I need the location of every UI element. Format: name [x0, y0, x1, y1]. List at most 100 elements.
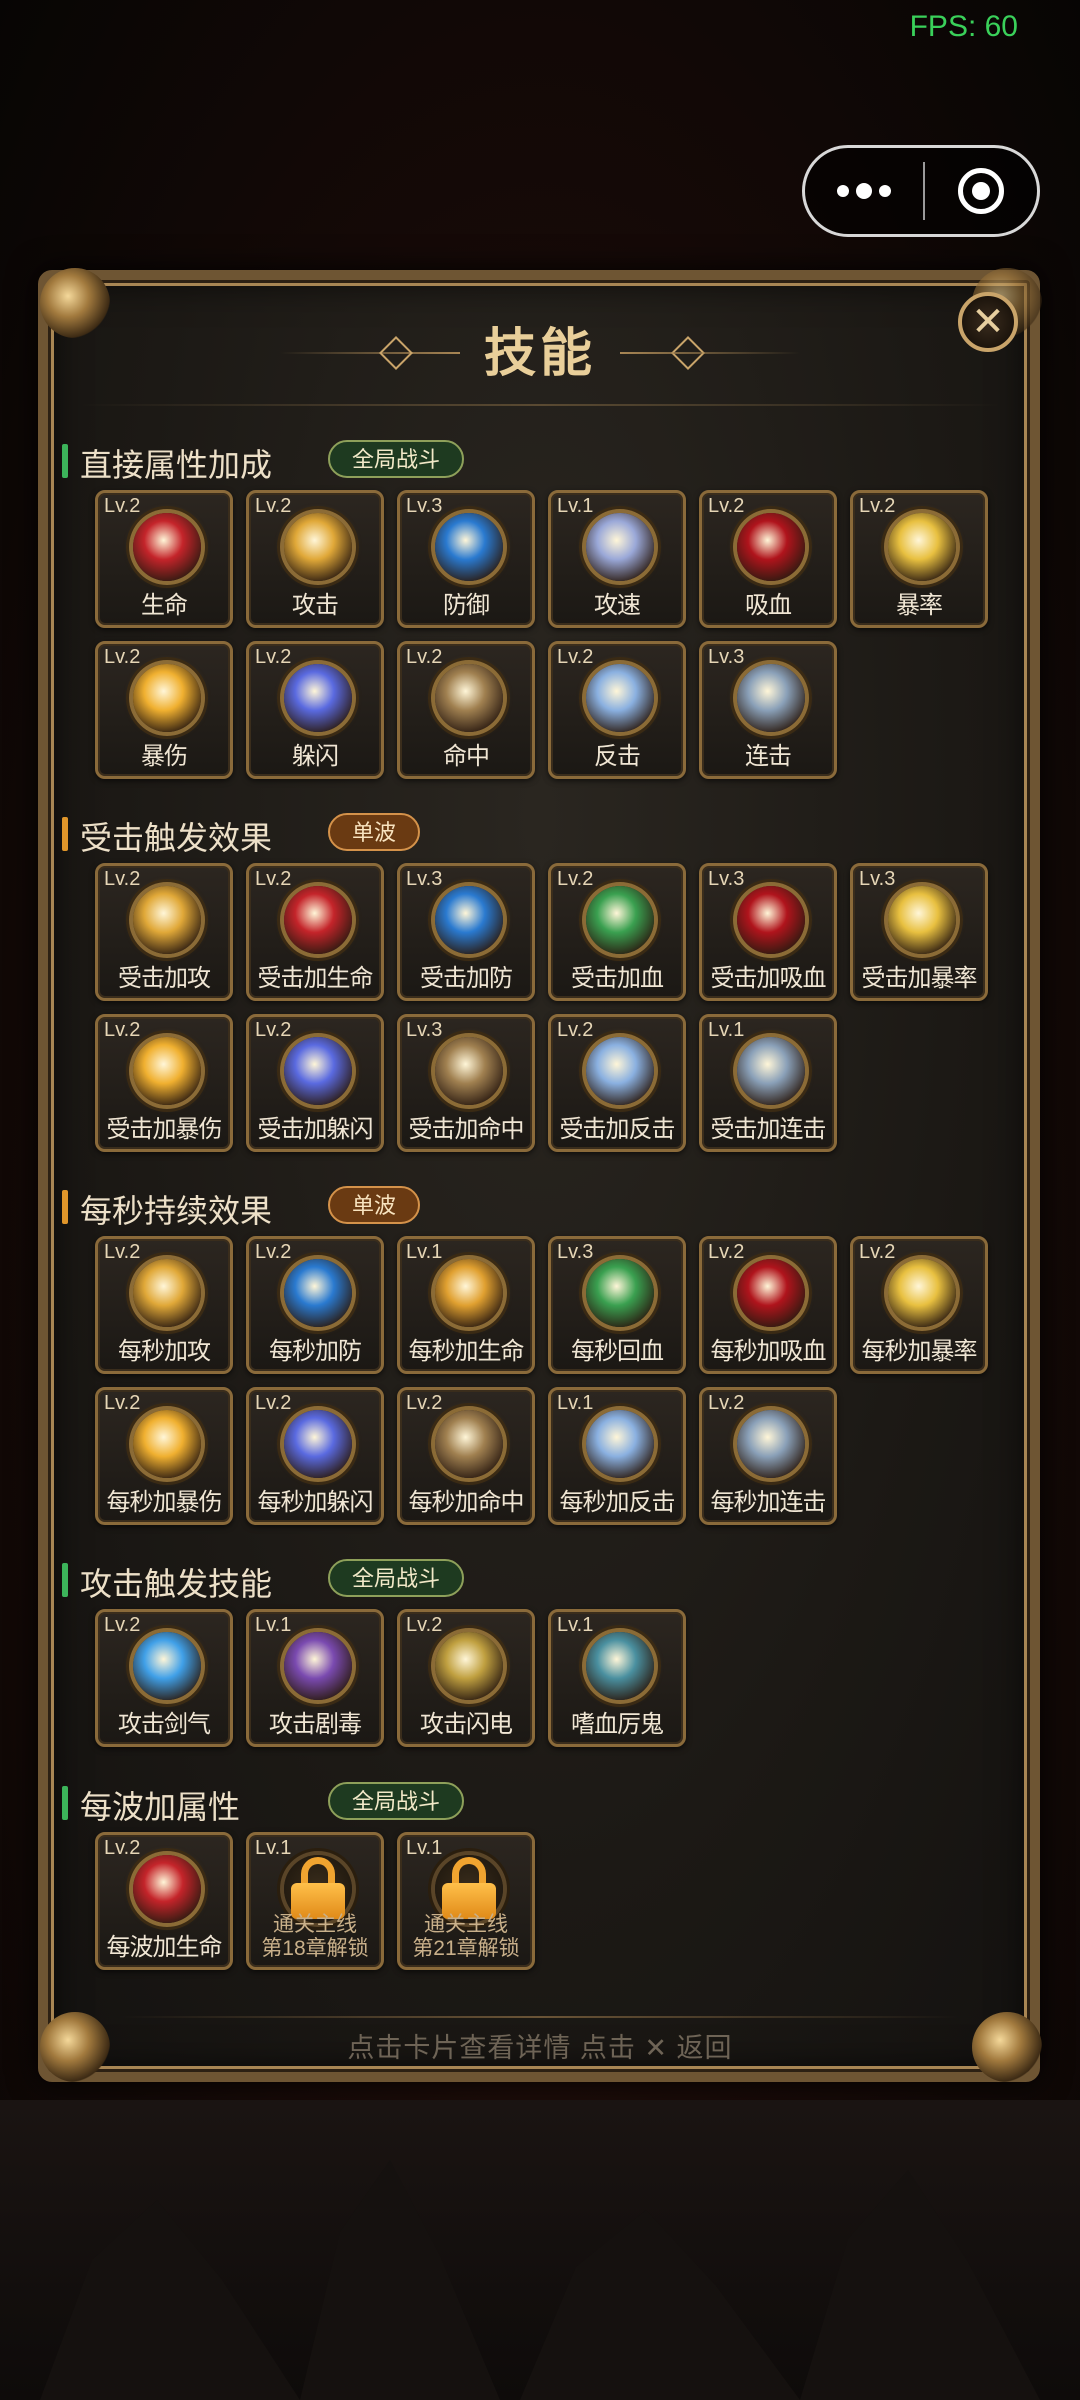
- skill-card[interactable]: Lv.2 每秒加防: [246, 1236, 384, 1374]
- skill-card[interactable]: Lv.2 每秒加躲闪: [246, 1387, 384, 1525]
- skill-level: Lv.3: [406, 495, 443, 517]
- skill-name: 反击: [594, 743, 641, 770]
- skill-card[interactable]: Lv.1 每秒加生命: [397, 1236, 535, 1374]
- panel-header: 技能: [0, 305, 1080, 385]
- lock-icon: [289, 1857, 347, 1919]
- blood-vortex-icon: [737, 886, 805, 954]
- crossed-swords-icon: [586, 664, 654, 732]
- locked-skill-card[interactable]: Lv.1 通关主线 第21章解锁: [397, 1832, 535, 1970]
- skill-card[interactable]: Lv.2 每波加生命: [95, 1832, 233, 1970]
- skill-level: Lv.2: [406, 1392, 443, 1414]
- shield-icon: [435, 513, 503, 581]
- section-scope-badge: 全局战斗: [328, 1559, 465, 1597]
- shield-icon: [284, 1259, 352, 1327]
- golden-swirl-icon: [435, 1259, 503, 1327]
- skill-name: 每秒加躲闪: [257, 1489, 374, 1516]
- skill-card[interactable]: Lv.3 连击: [699, 641, 837, 779]
- skill-level: Lv.2: [104, 1837, 141, 1859]
- skill-card[interactable]: Lv.2 命中: [397, 641, 535, 779]
- skill-card[interactable]: Lv.2 每秒加暴伤: [95, 1387, 233, 1525]
- skill-card[interactable]: Lv.1 每秒加反击: [548, 1387, 686, 1525]
- skill-level: Lv.3: [406, 868, 443, 890]
- skill-name: 攻击剧毒: [269, 1711, 362, 1738]
- skill-card[interactable]: Lv.2 受击加反击: [548, 1014, 686, 1152]
- skill-name: 每秒回血: [571, 1338, 664, 1365]
- title-ornament-line: [620, 352, 800, 354]
- skill-card[interactable]: Lv.3 受击加吸血: [699, 863, 837, 1001]
- more-menu-button[interactable]: [805, 148, 923, 234]
- skill-level: Lv.2: [406, 1614, 443, 1636]
- skill-card[interactable]: Lv.2 攻击剑气: [95, 1609, 233, 1747]
- skill-name: 嗜血厉鬼: [571, 1711, 664, 1738]
- skill-level: Lv.2: [557, 868, 594, 890]
- skill-card[interactable]: Lv.2 反击: [548, 641, 686, 779]
- skill-name: 受击加血: [571, 965, 664, 992]
- section-accent-bar: [62, 1190, 68, 1224]
- skill-card[interactable]: Lv.3 受击加暴率: [850, 863, 988, 1001]
- skill-card[interactable]: Lv.2 每秒加连击: [699, 1387, 837, 1525]
- skill-name: 暴率: [896, 592, 943, 619]
- fps-counter: FPS: 60: [909, 10, 1018, 43]
- skill-card[interactable]: Lv.2 受击加攻: [95, 863, 233, 1001]
- skill-card[interactable]: Lv.2 暴伤: [95, 641, 233, 779]
- skill-name: 连击: [745, 743, 792, 770]
- skill-name: 攻速: [594, 592, 641, 619]
- skill-card[interactable]: Lv.2 暴率: [850, 490, 988, 628]
- skill-card[interactable]: Lv.2 生命: [95, 490, 233, 628]
- skill-card[interactable]: Lv.1 嗜血厉鬼: [548, 1609, 686, 1747]
- skill-name: 受击加吸血: [710, 965, 827, 992]
- skill-level: Lv.2: [708, 1241, 745, 1263]
- skill-card[interactable]: Lv.3 防御: [397, 490, 535, 628]
- skill-card[interactable]: Lv.2 受击加躲闪: [246, 1014, 384, 1152]
- skill-name: 生命: [141, 592, 188, 619]
- locked-skill-card[interactable]: Lv.1 通关主线 第18章解锁: [246, 1832, 384, 1970]
- skill-card[interactable]: Lv.1 攻击剧毒: [246, 1609, 384, 1747]
- skill-card[interactable]: Lv.2 每秒加暴率: [850, 1236, 988, 1374]
- section-title: 受击触发效果: [80, 820, 273, 856]
- skill-card[interactable]: Lv.2 躲闪: [246, 641, 384, 779]
- close-button[interactable]: ✕: [958, 292, 1018, 352]
- skill-level: Lv.2: [859, 1241, 896, 1263]
- blue-swirl-icon: [284, 1410, 352, 1478]
- skill-name: 命中: [443, 743, 490, 770]
- skill-card[interactable]: Lv.2 每秒加命中: [397, 1387, 535, 1525]
- skill-level: Lv.1: [557, 1614, 594, 1636]
- skill-card[interactable]: Lv.1 攻速: [548, 490, 686, 628]
- skill-card[interactable]: Lv.2 受击加血: [548, 863, 686, 1001]
- skill-level: Lv.2: [104, 868, 141, 890]
- skill-card[interactable]: Lv.2 受击加暴伤: [95, 1014, 233, 1152]
- skill-card[interactable]: Lv.2 受击加生命: [246, 863, 384, 1001]
- blue-swirl-icon: [284, 1037, 352, 1105]
- skill-level: Lv.2: [104, 646, 141, 668]
- skill-card[interactable]: Lv.2 吸血: [699, 490, 837, 628]
- skill-name: 受击加反击: [559, 1116, 676, 1143]
- skill-card[interactable]: Lv.2 攻击: [246, 490, 384, 628]
- more-dot-center: [856, 183, 872, 199]
- lightning-orb-icon: [888, 886, 956, 954]
- skill-level: Lv.2: [255, 868, 292, 890]
- demon-sigil-icon: [586, 1632, 654, 1700]
- skill-card[interactable]: Lv.2 攻击闪电: [397, 1609, 535, 1747]
- section-header: 受击触发效果 单波: [62, 813, 962, 857]
- exit-mini-program-button[interactable]: [925, 168, 1037, 214]
- footer-hint: 点击卡片查看详情 点击 ✕ 返回: [347, 2033, 733, 2063]
- skill-level: Lv.2: [104, 1241, 141, 1263]
- skill-card[interactable]: Lv.3 每秒回血: [548, 1236, 686, 1374]
- skill-card[interactable]: Lv.1 受击加连击: [699, 1014, 837, 1152]
- skill-level: Lv.1: [255, 1614, 292, 1636]
- skill-card[interactable]: Lv.3 受击加防: [397, 863, 535, 1001]
- section-accent-bar: [62, 1563, 68, 1597]
- skill-name: 受击加防: [420, 965, 513, 992]
- unlock-requirement-line1: 通关主线: [424, 1913, 508, 1936]
- section-title: 攻击触发技能: [80, 1566, 273, 1602]
- starburst-icon: [133, 1037, 201, 1105]
- skill-card[interactable]: Lv.3 受击加命中: [397, 1014, 535, 1152]
- crossed-swords-icon: [586, 1037, 654, 1105]
- skill-card[interactable]: Lv.2 每秒加吸血: [699, 1236, 837, 1374]
- skill-name: 受击加生命: [257, 965, 374, 992]
- starburst-icon: [133, 1410, 201, 1478]
- skill-name: 防御: [443, 592, 490, 619]
- skill-level: Lv.2: [255, 1019, 292, 1041]
- skill-card[interactable]: Lv.2 每秒加攻: [95, 1236, 233, 1374]
- claw-slashes-icon: [737, 664, 805, 732]
